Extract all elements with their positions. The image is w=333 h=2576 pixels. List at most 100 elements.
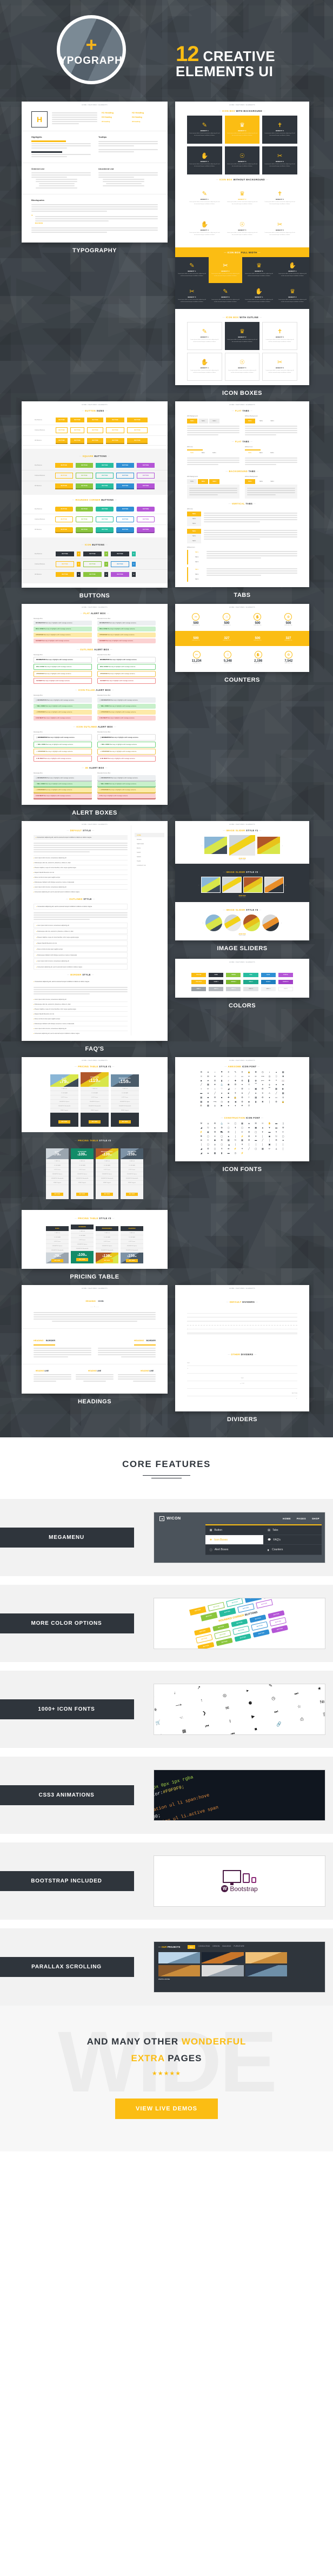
filter-all[interactable]: ALL xyxy=(188,1945,196,1949)
icon-box[interactable]: ✂ BENEFIT 6 Lorem ipsum dolor sit amet con… xyxy=(262,146,297,174)
demo-button[interactable]: BUTTON xyxy=(55,516,73,522)
color-swatch[interactable]: TEAL 2 xyxy=(243,980,258,984)
demo-button[interactable]: BUTTON xyxy=(137,527,155,532)
demo-button[interactable]: BUTTON xyxy=(56,418,68,422)
faq-item[interactable]: ▸ Lorem ipsum dolor sit amet, consectetu… xyxy=(34,997,128,1002)
faq-question[interactable]: ▸ Consectetur adipiscing elit, sed do ei… xyxy=(34,979,128,984)
color-swatch[interactable]: GREEN xyxy=(226,973,241,977)
icon-box[interactable]: ♛ BENEFIT 2 Lorem ipsum dolor sit amet con… xyxy=(276,283,309,309)
icon-box[interactable]: ☉ BENEFIT 5 Lorem ipsum dolor sit amet con… xyxy=(225,215,260,243)
tab[interactable]: TAB 2 xyxy=(198,450,208,455)
faq-item[interactable]: ▸ Praesent dapibus, neque id cursus fauc… xyxy=(34,934,128,940)
panel-pricing-table[interactable]: HOME / FEATURES / ELEMENTS — PRICING TAB… xyxy=(22,1057,168,1269)
panel-icon-fonts[interactable]: HOME / FEATURES / ELEMENTS — AWESOME ICO… xyxy=(175,1057,309,1161)
buy-now-button[interactable]: BUY NOW xyxy=(88,1120,101,1124)
buy-now-button[interactable]: BUY NOW xyxy=(101,1193,114,1196)
faq-item[interactable]: ▸ Lorem ipsum dolor sit amet, consectetu… xyxy=(34,923,128,928)
demo-button[interactable]: BUTTON xyxy=(137,516,155,522)
demo-button[interactable]: BUTTON xyxy=(216,1638,233,1646)
sidebar-item[interactable]: HOME xyxy=(135,833,164,837)
panel-counters[interactable]: HOME / FEATURES / ELEMENTS ✂ 500 PROJECTS … xyxy=(175,604,309,672)
demo-button[interactable]: BUTTON xyxy=(197,1642,215,1649)
tab[interactable]: TAB 2 xyxy=(256,479,266,484)
tab[interactable]: TAB 2 xyxy=(190,572,204,577)
faq-item[interactable]: ▸ Lorem ipsum dolor sit amet, consectetu… xyxy=(34,958,128,964)
demo-button[interactable]: BUTTON xyxy=(70,418,84,422)
icon-box[interactable]: ♛ BENEFIT 2 Lorem ipsum dolor sit amet con… xyxy=(224,322,260,350)
demo-button[interactable]: BUTTON xyxy=(75,516,94,522)
sidebar-item[interactable]: NEWS xyxy=(135,855,164,859)
filter-building[interactable]: BUILDING xyxy=(222,1945,231,1949)
color-swatch[interactable]: PURPLE xyxy=(278,973,293,977)
color-swatch[interactable]: GREY 4 xyxy=(243,987,258,991)
color-swatch[interactable]: DARK xyxy=(209,973,224,977)
icon-box[interactable]: ✋ BENEFIT 4 Lorem ipsum dolor sit amet con… xyxy=(187,353,222,381)
faq-item[interactable]: ▸ Pellentesque habitant morbi tristique … xyxy=(34,1021,128,1026)
color-swatch[interactable]: PURPLE 2 xyxy=(278,980,293,984)
menu-item-faqs[interactable]: 💬 FAQ's xyxy=(263,1535,322,1545)
tab[interactable]: TAB 1 xyxy=(245,419,255,423)
tab[interactable]: TAB 3 xyxy=(209,450,219,455)
faq-item[interactable]: ▸ Consectetur adipiscing elit, sed do ei… xyxy=(34,1031,128,1035)
menu-item-button[interactable]: ▦ Button xyxy=(205,1525,264,1535)
project-thumb[interactable] xyxy=(202,1952,244,1963)
buy-now-button[interactable]: BUY NOW xyxy=(118,1120,131,1124)
pricing-card[interactable]: STANDARD $10999 1 GB Disk 10 GB RAM 5 FTP Us… xyxy=(71,1148,94,1199)
pricing-card[interactable]: PROFESSIONAL $15999 1 GB Disk 10 GB RAM 5 FT… xyxy=(111,1074,139,1127)
tab[interactable]: TAB 2 xyxy=(187,534,201,539)
pricing-card[interactable]: PROFESSIONAL $13999 1 GB Disk 10 GB RAM 5 FT… xyxy=(96,1148,118,1199)
demo-button[interactable]: BUTTON xyxy=(116,463,135,468)
nav-link[interactable]: PAGES xyxy=(297,1517,306,1520)
pricing-card[interactable]: PROFESSIONAL 1 GB Disk 10 GB RAM 5 FTP User… xyxy=(96,1226,118,1263)
demo-button[interactable]: BUTTON xyxy=(116,483,135,488)
panel-alert-boxes[interactable]: HOME / FEATURES / ELEMENTS — FLAT ALERT … xyxy=(22,604,168,805)
faq-item[interactable]: ▸ Consectetur adipiscing elit, sed do ei… xyxy=(34,964,128,970)
demo-button[interactable]: BUTTON xyxy=(75,483,94,488)
menu-item-icon-boxes[interactable]: ❖ Icon Boxes xyxy=(205,1535,264,1545)
nav-link[interactable]: HOME xyxy=(283,1517,291,1520)
faq-item[interactable]: ▸ Aliquam blandit bibendum orci nisi xyxy=(34,940,128,946)
tab[interactable]: TAB 1 xyxy=(190,550,204,555)
icon-box[interactable]: ✎ BENEFIT 1 Lorem ipsum dolor sit amet con… xyxy=(187,116,222,144)
panel-tabs[interactable]: HOME / FEATURES / ELEMENTS — FLAT TABS —… xyxy=(175,401,309,587)
menu-item-counters[interactable]: ▖ Counters xyxy=(263,1545,322,1555)
color-swatch[interactable]: GREY 3 xyxy=(226,987,241,991)
sidebar-item[interactable]: BLOG xyxy=(135,846,164,850)
demo-button[interactable]: BUTTON xyxy=(116,507,135,512)
icon-box[interactable]: ✎ BENEFIT 1 Lorem ipsum dolor sit amet con… xyxy=(187,184,222,212)
tab[interactable]: TAB 2 xyxy=(256,419,266,423)
demo-button[interactable]: BUTTON xyxy=(127,438,148,443)
panel-icon-boxes[interactable]: HOME / FEATURES / ELEMENTS — ICON BOX WI… xyxy=(175,102,309,385)
demo-button[interactable]: BUTTON xyxy=(106,427,124,433)
faq-item[interactable]: ▸ Pellentesque habitant morbi tristique … xyxy=(34,880,128,885)
icon-box[interactable]: ✂ BENEFIT 6 Lorem ipsum dolor sit amet con… xyxy=(262,353,297,381)
demo-button[interactable]: BUTTON xyxy=(116,473,135,479)
demo-button[interactable]: BUTTON xyxy=(75,473,94,479)
buy-now-button[interactable]: BUY NOW xyxy=(101,1259,114,1262)
pricing-card[interactable]: UNLIMITED $15999 1 GB Disk 10 GB RAM 5 FTP U… xyxy=(121,1148,143,1199)
tab[interactable]: TAB 1 xyxy=(245,450,255,455)
sidebar-item[interactable]: SHOP xyxy=(135,850,164,855)
demo-button[interactable]: BUTTON xyxy=(70,427,84,433)
menu-item-alert-boxes[interactable]: ⓘ Alert Boxes xyxy=(205,1545,264,1555)
icon-box[interactable]: ♛ BENEFIT 3 Lorem ipsum dolor sit amet con… xyxy=(242,257,276,283)
nav-link[interactable]: SHOP xyxy=(312,1517,319,1520)
tab[interactable]: TAB 3 xyxy=(190,577,204,582)
tab[interactable]: TAB 2 xyxy=(256,450,265,455)
panel-typography[interactable]: HOME / FEATURES / ELEMENTS H H1 Heading … xyxy=(22,102,168,243)
icon-box[interactable]: ✂ BENEFIT 2 Lorem ipsum dolor sit amet con… xyxy=(209,257,242,283)
demo-button[interactable]: BUTTON xyxy=(55,507,73,512)
divider-icon[interactable]: ▲ TOP xyxy=(187,1383,297,1384)
demo-button[interactable]: BUTTON xyxy=(96,463,114,468)
demo-button[interactable]: BUTTON xyxy=(127,418,148,422)
demo-button[interactable]: BUTTON xyxy=(96,527,114,532)
demo-button[interactable]: BUTTON xyxy=(56,427,68,433)
color-swatch[interactable]: DARK 2 xyxy=(209,980,224,984)
faq-question[interactable]: ▸ Consectetur adipiscing elit, sed do ei… xyxy=(34,904,128,910)
sidebar-item[interactable]: TEAM xyxy=(135,859,164,863)
icon-box[interactable]: ✝ BENEFIT 3 Lorem ipsum dolor sit amet con… xyxy=(262,116,297,144)
faq-item[interactable]: ▸ Aliquam blandit bibendum orci nisi xyxy=(34,1012,128,1017)
tab[interactable]: TAB 3 xyxy=(190,560,204,564)
panel-dividers[interactable]: HOME / FEATURES / ELEMENTS — DEFAULT DIV… xyxy=(175,1285,309,1411)
sidebar-item[interactable]: SERVICES xyxy=(135,842,164,846)
